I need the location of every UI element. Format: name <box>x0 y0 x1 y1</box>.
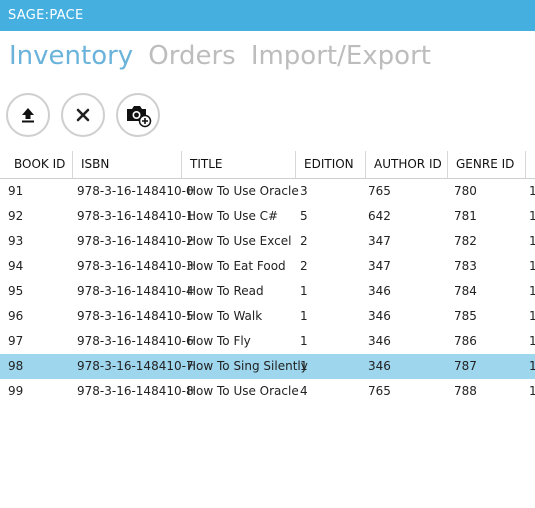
table-cell: 785 <box>454 309 477 323</box>
table-cell: How To Use Oracle <box>187 384 299 398</box>
table-cell: 1 <box>300 359 308 373</box>
tab-import-export[interactable]: Import/Export <box>251 36 431 76</box>
table-cell: 99 <box>8 384 24 398</box>
table-cell: 1 <box>300 334 308 348</box>
tab-orders[interactable]: Orders <box>148 36 235 76</box>
table-row[interactable]: 91 978-3-16-148410-0 How To Use Oracle 3 765… <box>0 179 535 204</box>
table-cell: 3 <box>300 184 308 198</box>
table-cell: 978-3-16-148410-7 <box>77 359 194 373</box>
table-cell: 978-3-16-148410-8 <box>77 384 194 398</box>
table-cell: 1 <box>529 334 535 348</box>
inventory-table[interactable]: BOOK ID ISBN TITLE EDITION AUTHOR ID GEN… <box>0 151 535 404</box>
table-cell: 1 <box>300 309 308 323</box>
table-cell: 346 <box>368 309 391 323</box>
table-cell: 2 <box>300 259 308 273</box>
table-cell: How To Read <box>187 284 264 298</box>
col-isbn[interactable]: ISBN <box>73 151 182 178</box>
table-cell: 346 <box>368 359 391 373</box>
table-body: 91 978-3-16-148410-0 How To Use Oracle 3 765… <box>0 179 535 404</box>
table-row[interactable]: 94 978-3-16-148410-3 How To Eat Food 2 347 78… <box>0 254 535 279</box>
table-cell: 765 <box>368 384 391 398</box>
table-row[interactable]: 92 978-3-16-148410-1 How To Use C# 5 642 781 1 <box>0 204 535 229</box>
table-cell: 1 <box>529 184 535 198</box>
table-cell: 1 <box>300 284 308 298</box>
table-cell: 347 <box>368 259 391 273</box>
table-cell: 96 <box>8 309 24 323</box>
table-row[interactable]: 97 978-3-16-148410-6 How To Fly 1 346 786 1 <box>0 329 535 354</box>
table-cell: 1 <box>529 209 535 223</box>
table-cell: 5 <box>300 209 308 223</box>
table-cell: 98 <box>8 359 24 373</box>
table-cell: 97 <box>8 334 24 348</box>
table-cell: 346 <box>368 284 391 298</box>
close-icon <box>76 108 90 122</box>
table-cell: 94 <box>8 259 24 273</box>
table-cell: 1 <box>529 359 535 373</box>
tab-inventory[interactable]: Inventory <box>9 36 133 76</box>
table-cell: How To Use C# <box>187 209 279 223</box>
delete-button[interactable] <box>61 93 105 137</box>
main-tabs: Inventory Orders Import/Export <box>9 36 441 76</box>
table-row[interactable]: 99 978-3-16-148410-8 How To Use Oracle 4 765… <box>0 379 535 404</box>
table-cell: 4 <box>300 384 308 398</box>
table-cell: 978-3-16-148410-0 <box>77 184 194 198</box>
table-cell: 784 <box>454 284 477 298</box>
col-genre-id[interactable]: GENRE ID <box>448 151 526 178</box>
table-cell: How To Eat Food <box>187 259 286 273</box>
col-edition[interactable]: EDITION <box>296 151 366 178</box>
table-cell: How To Fly <box>187 334 251 348</box>
table-row[interactable]: 95 978-3-16-148410-4 How To Read 1 346 784 1 <box>0 279 535 304</box>
table-cell: How To Sing Silently <box>187 359 308 373</box>
table-cell: 1 <box>529 284 535 298</box>
table-cell: 1 <box>529 234 535 248</box>
table-cell: 781 <box>454 209 477 223</box>
col-title[interactable]: TITLE <box>182 151 296 178</box>
table-row[interactable]: 93 978-3-16-148410-2 How To Use Excel 2 347 7… <box>0 229 535 254</box>
table-cell: 2 <box>300 234 308 248</box>
table-cell: How To Use Oracle <box>187 184 299 198</box>
table-cell: 1 <box>529 309 535 323</box>
table-cell: 978-3-16-148410-3 <box>77 259 194 273</box>
table-cell: How To Use Excel <box>187 234 292 248</box>
table-header: BOOK ID ISBN TITLE EDITION AUTHOR ID GEN… <box>0 151 535 179</box>
table-cell: 787 <box>454 359 477 373</box>
table-cell: 978-3-16-148410-5 <box>77 309 194 323</box>
table-cell: 1 <box>529 384 535 398</box>
app-title: SAGE:PACE <box>8 8 84 23</box>
table-row[interactable]: 98 978-3-16-148410-7 How To Sing Silently 1… <box>0 354 535 379</box>
table-cell: 786 <box>454 334 477 348</box>
upload-icon <box>22 108 34 123</box>
table-cell: 978-3-16-148410-2 <box>77 234 194 248</box>
table-cell: 347 <box>368 234 391 248</box>
table-cell: 95 <box>8 284 24 298</box>
table-cell: 978-3-16-148410-4 <box>77 284 194 298</box>
table-cell: 780 <box>454 184 477 198</box>
table-cell: 91 <box>8 184 24 198</box>
table-cell: How To Walk <box>187 309 263 323</box>
table-cell: 783 <box>454 259 477 273</box>
table-cell: 978-3-16-148410-6 <box>77 334 194 348</box>
table-cell: 346 <box>368 334 391 348</box>
table-cell: 978-3-16-148410-1 <box>77 209 194 223</box>
table-cell: 782 <box>454 234 477 248</box>
table-cell: 788 <box>454 384 477 398</box>
add-photo-button[interactable] <box>116 93 160 137</box>
table-cell: 92 <box>8 209 24 223</box>
table-cell: 93 <box>8 234 24 248</box>
table-cell: 765 <box>368 184 391 198</box>
app-title-bar: SAGE:PACE <box>0 0 535 31</box>
table-row[interactable]: 96 978-3-16-148410-5 How To Walk 1 346 785 1 <box>0 304 535 329</box>
col-book-id[interactable]: BOOK ID <box>6 151 73 178</box>
col-author-id[interactable]: AUTHOR ID <box>366 151 448 178</box>
upload-button[interactable] <box>6 93 50 137</box>
table-cell: 1 <box>529 259 535 273</box>
camera-add-icon <box>127 106 152 128</box>
table-cell: 642 <box>368 209 391 223</box>
